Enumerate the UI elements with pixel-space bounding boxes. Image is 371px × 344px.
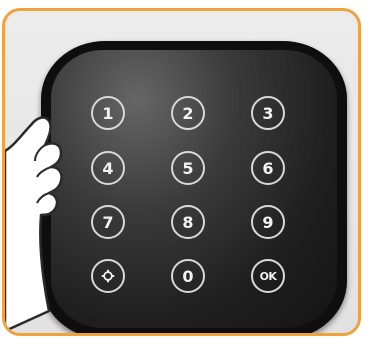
key-6[interactable]: 6 [251, 151, 285, 185]
key-3[interactable]: 3 [251, 96, 285, 130]
key-1[interactable]: 1 [91, 96, 125, 130]
key-0[interactable]: 0 [171, 259, 205, 293]
gear-icon [101, 269, 115, 283]
illustration-frame: 1 2 3 4 5 6 7 8 9 0 OK [2, 8, 361, 336]
key-9[interactable]: 9 [251, 205, 285, 239]
key-4[interactable]: 4 [91, 151, 125, 185]
pointing-finger-icon [5, 116, 63, 333]
key-5[interactable]: 5 [171, 151, 205, 185]
key-8[interactable]: 8 [171, 205, 205, 239]
key-7[interactable]: 7 [91, 205, 125, 239]
key-settings[interactable] [91, 259, 125, 293]
key-2[interactable]: 2 [171, 96, 205, 130]
key-ok[interactable]: OK [251, 259, 285, 293]
